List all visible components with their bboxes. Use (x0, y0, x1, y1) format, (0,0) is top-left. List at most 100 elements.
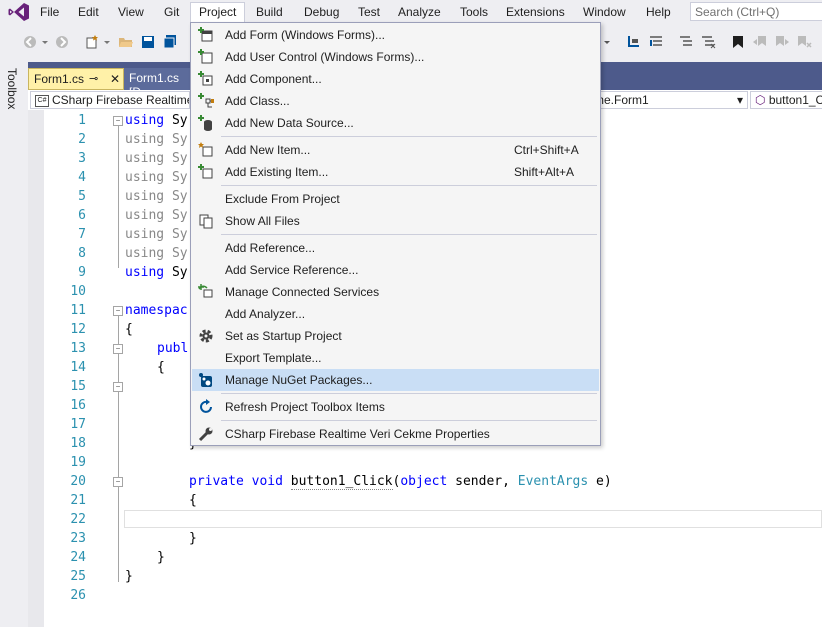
menu-item-project-properties[interactable]: CSharp Firebase Realtime Veri Cekme Prop… (192, 423, 599, 445)
toggle-bookmark-icon[interactable] (626, 34, 642, 50)
menu-item-label: CSharp Firebase Realtime Veri Cekme Prop… (225, 427, 490, 441)
clear-bookmarks-icon[interactable] (796, 34, 812, 50)
menu-debug[interactable]: Debug (302, 3, 341, 21)
menu-edit[interactable]: Edit (76, 3, 101, 21)
bookmark-icon[interactable] (730, 34, 746, 50)
menu-item-label: Add User Control (Windows Forms)... (225, 50, 425, 64)
code-text: Sy (171, 227, 188, 242)
outline-icon[interactable] (648, 34, 664, 50)
menu-item-show-all-files[interactable]: Show All Files (192, 210, 599, 232)
menu-test[interactable]: Test (356, 3, 382, 21)
menu-separator (221, 420, 597, 421)
gear-icon (199, 329, 213, 343)
menu-build[interactable]: Build (254, 3, 285, 21)
chevron-down-icon[interactable] (603, 34, 611, 50)
member-dropdown[interactable]: ⬡ button1_C (750, 91, 822, 109)
class-dropdown[interactable]: me.Form1 ▾ (588, 91, 748, 109)
menu-item-shortcut: Shift+Alt+A (514, 165, 575, 179)
menu-window[interactable]: Window (581, 3, 628, 21)
wrench-icon (198, 427, 213, 442)
menu-item-exclude-from-project[interactable]: Exclude From Project (192, 188, 599, 210)
menu-item-add-form[interactable]: Add Form (Windows Forms)... (192, 24, 599, 46)
line-number: 24 (70, 550, 86, 565)
refresh-icon (200, 399, 212, 413)
menu-item-add-class[interactable]: Add Class... (192, 90, 599, 112)
code-line: using Sy (125, 187, 188, 206)
add-form-icon (198, 27, 213, 42)
open-folder-icon[interactable] (118, 34, 134, 50)
menu-item-label: Manage Connected Services (225, 285, 380, 299)
keyword: using (125, 227, 165, 242)
class-dropdown-label: me.Form1 (594, 93, 649, 107)
add-data-source-icon (198, 115, 212, 131)
menu-item-add-data-source[interactable]: Add New Data Source... (192, 112, 599, 134)
line-number: 22 (70, 512, 86, 527)
close-icon[interactable]: ✕ (110, 72, 120, 86)
tab-form1-designer[interactable]: Form1.cs [D (124, 68, 194, 99)
type-name: EventArgs (517, 474, 589, 489)
menu-analyze[interactable]: Analyze (396, 3, 443, 21)
code-text: Sy (171, 189, 188, 204)
code-line: using Sy (125, 168, 188, 187)
chevron-down-icon[interactable] (40, 34, 50, 50)
keyword: using (125, 132, 165, 147)
menu-item-export-template[interactable]: Export Template... (192, 347, 599, 369)
brace: } (189, 531, 197, 546)
prev-bookmark-icon[interactable] (752, 34, 768, 50)
toolbox-label[interactable]: Toolbox (5, 68, 19, 109)
line-number: 7 (78, 227, 86, 242)
menu-item-add-user-control[interactable]: Add User Control (Windows Forms)... (192, 46, 599, 68)
menu-item-add-new-item[interactable]: Add New Item... Ctrl+Shift+A (192, 139, 599, 161)
project-dropdown[interactable]: C# CSharp Firebase Realtime V (30, 91, 190, 109)
menu-item-set-as-startup-project[interactable]: Set as Startup Project (192, 325, 599, 347)
current-line-highlight (124, 510, 822, 528)
save-all-icon[interactable] (162, 34, 178, 50)
menu-item-refresh-project-toolbox-items[interactable]: Refresh Project Toolbox Items (192, 396, 599, 418)
collapse-icon[interactable]: − (113, 382, 123, 392)
menu-view[interactable]: View (116, 3, 146, 21)
toolbox-strip[interactable] (0, 62, 28, 627)
pin-icon[interactable]: ⊸ (89, 72, 98, 85)
collapse-icon[interactable]: − (113, 116, 123, 126)
next-bookmark-icon[interactable] (774, 34, 790, 50)
collapse-icon[interactable]: − (113, 344, 123, 354)
show-all-files-icon (199, 214, 213, 229)
menu-item-manage-nuget-packages[interactable]: Manage NuGet Packages... (192, 369, 599, 391)
visual-studio-logo-icon[interactable] (8, 2, 30, 22)
menu-extensions[interactable]: Extensions (504, 3, 567, 21)
menu-item-add-service-reference[interactable]: Add Service Reference... (192, 259, 599, 281)
menu-tools[interactable]: Tools (458, 3, 490, 21)
menu-item-add-analyzer[interactable]: Add Analyzer... (192, 303, 599, 325)
menu-separator (221, 234, 597, 235)
menu-item-add-existing-item[interactable]: Add Existing Item... Shift+Alt+A (192, 161, 599, 183)
back-icon[interactable] (22, 34, 38, 50)
menu-help[interactable]: Help (644, 3, 673, 21)
menu-item-manage-connected-services[interactable]: Manage Connected Services (192, 281, 599, 303)
line-number: 23 (70, 531, 86, 546)
line-number: 8 (78, 246, 86, 261)
line-number: 20 (70, 474, 86, 489)
uncomment-icon[interactable] (700, 34, 716, 50)
menu-file[interactable]: File (38, 3, 61, 21)
public-keyword: publ (157, 341, 189, 356)
menu-separator (221, 185, 597, 186)
collapse-icon[interactable]: − (113, 477, 123, 487)
save-icon[interactable] (140, 34, 156, 50)
menu-git[interactable]: Git (162, 3, 181, 21)
line-number: 26 (70, 588, 86, 603)
new-project-icon[interactable] (84, 34, 100, 50)
menu-item-add-reference[interactable]: Add Reference... (192, 237, 599, 259)
indicator-margin[interactable] (28, 110, 44, 627)
connected-services-icon (198, 284, 213, 298)
collapse-icon[interactable]: − (113, 306, 123, 316)
code-line: using Sy (125, 263, 188, 282)
search-input[interactable]: Search (Ctrl+Q) (690, 2, 822, 21)
tab-form1-cs[interactable]: Form1.cs ⊸ ✕ (28, 68, 124, 90)
code-text: Sy (171, 246, 188, 261)
forward-icon[interactable] (54, 34, 70, 50)
chevron-down-icon[interactable] (102, 34, 112, 50)
menu-project[interactable]: Project (190, 2, 246, 24)
menu-item-add-component[interactable]: Add Component... (192, 68, 599, 90)
comment-icon[interactable] (678, 34, 694, 50)
code-text: Sy (171, 208, 188, 223)
